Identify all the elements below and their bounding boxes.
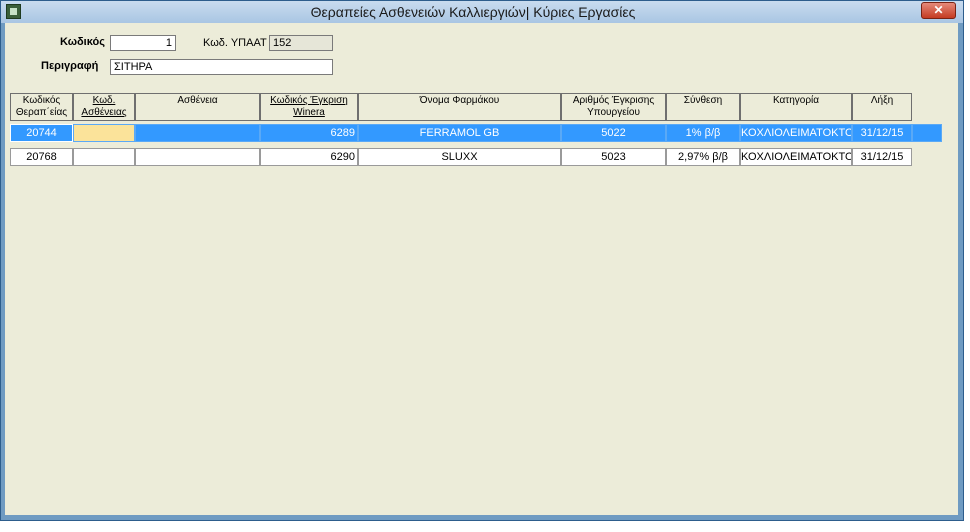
header-disease-code[interactable]: Κωδ. Ασθένειας <box>73 93 135 121</box>
cell-winera-code[interactable]: 6289 <box>260 124 358 142</box>
code-input[interactable]: 1 <box>110 35 176 51</box>
header-drug-name[interactable]: Όνομα Φαρμάκου <box>358 93 561 121</box>
ypaat-field: 152 <box>269 35 333 51</box>
table-row[interactable]: 20768 6290 SLUXX 5023 2,97% β/β ΚΟΧΛΙΟΛΕ… <box>10 148 912 166</box>
code-label: Κωδικός <box>60 36 105 48</box>
header-disease[interactable]: Ασθένεια <box>135 93 260 121</box>
cell-disease[interactable] <box>135 148 260 166</box>
title-bar[interactable]: Θεραπείες Ασθενειών Καλλιεργιών| Κύριες … <box>1 1 963 23</box>
row-filler <box>912 124 942 142</box>
close-button[interactable]: ✕ <box>921 2 956 19</box>
window-title: Θεραπείες Ασθενειών Καλλιεργιών| Κύριες … <box>310 4 636 20</box>
app-window: Θεραπείες Ασθενειών Καλλιεργιών| Κύριες … <box>0 0 964 521</box>
cell-therapy-code[interactable]: 20744 <box>10 124 73 142</box>
cell-composition[interactable]: 2,97% β/β <box>666 148 740 166</box>
header-therapy-code[interactable]: Κωδικός Θεραπ΄είας <box>10 93 73 121</box>
description-input[interactable]: ΣΙΤΗΡΑ <box>110 59 333 75</box>
cell-composition[interactable]: 1% β/β <box>666 124 740 142</box>
cell-category[interactable]: ΚΟΧΛΙΟΛΕΙΜΑΤΟΚΤΟΝΑ <box>740 124 852 142</box>
cell-therapy-code[interactable]: 20768 <box>10 148 73 166</box>
cell-ministry-approval[interactable]: 5022 <box>561 124 666 142</box>
cell-ministry-approval[interactable]: 5023 <box>561 148 666 166</box>
cell-drug-name[interactable]: SLUXX <box>358 148 561 166</box>
ypaat-label: Κωδ. ΥΠΑΑΤ <box>203 37 267 49</box>
cell-winera-code[interactable]: 6290 <box>260 148 358 166</box>
cell-category[interactable]: ΚΟΧΛΙΟΛΕΙΜΑΤΟΚΤΟΝΑ <box>740 148 852 166</box>
table-row[interactable]: 20744 6289 FERRAMOL GB 5022 1% β/β ΚΟΧΛΙ… <box>10 124 942 142</box>
cell-expiry[interactable]: 31/12/15 <box>852 148 912 166</box>
header-winera-code[interactable]: Κωδικός Έγκριση Winera <box>260 93 358 121</box>
header-expiry[interactable]: Λήξη <box>852 93 912 121</box>
header-composition[interactable]: Σύνθεση <box>666 93 740 121</box>
description-label: Περιγραφή <box>41 60 99 72</box>
header-category[interactable]: Κατηγορία <box>740 93 852 121</box>
form-area: Κωδικός 1 Κωδ. ΥΠΑΑΤ 152 Περιγραφή ΣΙΤΗΡ… <box>5 23 958 515</box>
cell-disease[interactable] <box>135 124 260 142</box>
cell-drug-name[interactable]: FERRAMOL GB <box>358 124 561 142</box>
cell-expiry[interactable]: 31/12/15 <box>852 124 912 142</box>
cell-disease-code[interactable] <box>73 148 135 166</box>
header-ministry-approval[interactable]: Αριθμός Έγκρισης Υπουργείου <box>561 93 666 121</box>
cell-disease-code[interactable] <box>73 124 135 142</box>
